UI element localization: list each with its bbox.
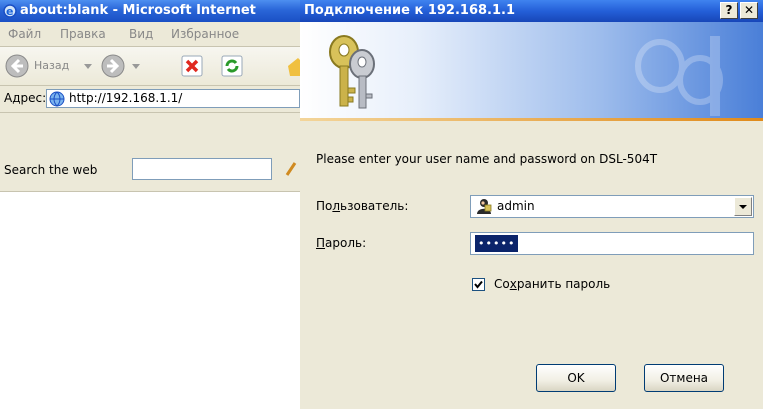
close-button[interactable]: ✕ [740, 2, 758, 19]
search-input[interactable] [132, 158, 272, 180]
menu-file[interactable]: Файл [8, 22, 41, 46]
dialog-prompt: Please enter your user name and password… [316, 152, 658, 166]
svg-text:e: e [6, 5, 13, 18]
banner-divider [300, 118, 763, 121]
help-button[interactable]: ? [720, 2, 738, 19]
checkmark-icon [474, 280, 483, 289]
back-arrow-icon [5, 54, 29, 78]
home-icon [288, 58, 300, 76]
menu-edit[interactable]: Правка [60, 22, 106, 46]
user-icon [477, 199, 492, 214]
back-button[interactable]: Назад [4, 52, 96, 80]
browser-toolbar: Назад [0, 47, 300, 86]
search-toolbar: Search the web [0, 113, 300, 192]
username-combobox[interactable]: admin [470, 195, 754, 218]
banner-keys-watermark [635, 36, 723, 116]
username-value: admin [497, 199, 535, 213]
browser-titlebar: e about:blank - Microsoft Internet [0, 0, 300, 22]
browser-menubar: Файл Правка Вид Избранное [0, 22, 300, 47]
stop-button[interactable] [178, 52, 206, 80]
ok-button[interactable]: OK [536, 364, 616, 392]
password-input[interactable]: ••••• [470, 232, 754, 255]
address-label: Адрес: [4, 91, 47, 105]
search-go-icon[interactable] [285, 161, 299, 177]
username-label: Пользователь: [316, 199, 409, 213]
chevron-down-icon [132, 64, 140, 69]
dialog-banner [300, 22, 763, 118]
address-text: http://192.168.1.1/ [69, 91, 183, 105]
login-dialog: Подключение к 192.168.1.1 ? ✕ Please ent… [300, 0, 763, 409]
browser-title: about:blank - Microsoft Internet [20, 3, 256, 18]
username-dropdown-button[interactable] [734, 197, 752, 216]
ie-icon: e [3, 4, 17, 18]
back-label: Назад [34, 59, 70, 72]
home-button[interactable] [286, 52, 300, 80]
refresh-button[interactable] [218, 52, 246, 80]
save-password-checkbox[interactable] [472, 278, 485, 291]
cancel-button[interactable]: Отмена [644, 364, 724, 392]
dialog-title: Подключение к 192.168.1.1 [304, 3, 515, 18]
forward-arrow-icon [101, 54, 125, 78]
password-label: Пароль: [316, 236, 367, 250]
password-value: ••••• [475, 235, 519, 252]
save-password-label: Сохранить пароль [494, 277, 611, 291]
address-bar: Адрес: http://192.168.1.1/ [0, 86, 300, 113]
address-input[interactable]: http://192.168.1.1/ [46, 89, 300, 108]
menu-favorites[interactable]: Избранное [171, 22, 239, 46]
forward-button[interactable] [100, 52, 144, 80]
chevron-down-icon [84, 64, 92, 69]
refresh-icon [221, 55, 243, 77]
browser-window: e about:blank - Microsoft Internet Файл … [0, 0, 300, 409]
stop-icon [181, 55, 203, 77]
chevron-down-icon [739, 205, 747, 209]
keys-icon [329, 35, 375, 109]
page-icon [49, 91, 65, 107]
dialog-titlebar: Подключение к 192.168.1.1 ? ✕ [300, 0, 763, 22]
search-label: Search the web [4, 163, 98, 177]
menu-view[interactable]: Вид [129, 22, 153, 46]
